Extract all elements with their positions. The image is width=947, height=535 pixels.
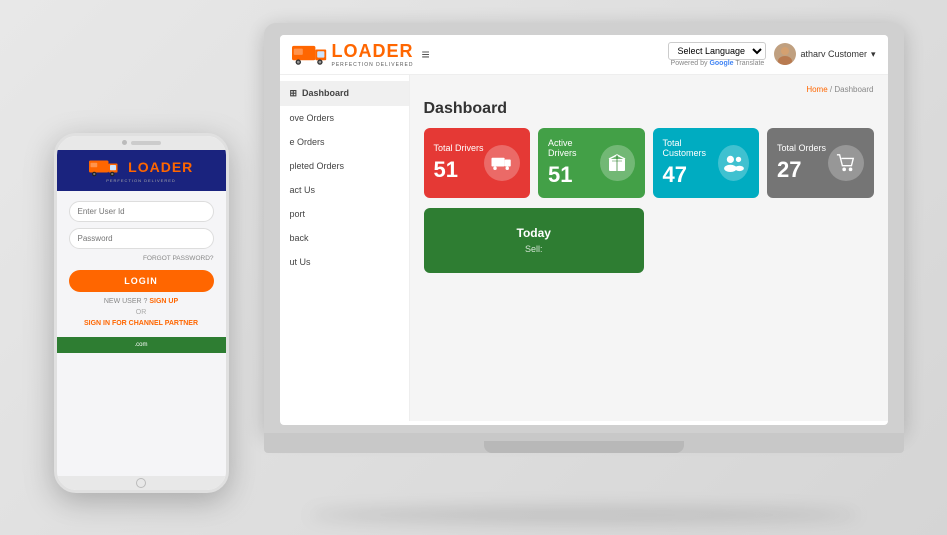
powered-by: Powered by Google Translate — [668, 60, 766, 67]
phone-home-circle[interactable] — [136, 478, 146, 488]
stat-label: Active Drivers — [548, 138, 600, 158]
sidebar: ⊞ Dashboard ove Orders e Orders pleted O… — [280, 75, 410, 421]
mobile-logo-subtitle: PERFECTION DELIVERED — [89, 178, 194, 183]
forgot-password-link[interactable]: FORGOT PASSWORD? — [69, 255, 214, 262]
signup-link[interactable]: SIGN UP — [149, 298, 178, 305]
sidebar-item-label: pleted Orders — [290, 161, 345, 171]
sidebar-item-label: back — [290, 233, 309, 243]
sidebar-item-report[interactable]: port — [280, 202, 409, 226]
login-button[interactable]: LOGIN — [69, 270, 214, 292]
stat-icon-box — [600, 145, 634, 181]
sidebar-item-label: ut Us — [290, 257, 311, 267]
sidebar-item-completed-orders[interactable]: pleted Orders — [280, 154, 409, 178]
user-id-input[interactable] — [69, 201, 214, 222]
sidebar-item-label: e Orders — [290, 137, 325, 147]
app-logo: LOADER PERFECTION DELIVERED — [292, 41, 414, 68]
breadcrumb-home[interactable]: Home — [806, 85, 827, 94]
sidebar-item-label: Dashboard — [302, 88, 349, 98]
laptop-shadow — [309, 507, 859, 523]
sidebar-item-dashboard[interactable]: ⊞ Dashboard — [280, 81, 409, 106]
stat-value: 27 — [777, 157, 826, 183]
breadcrumb-current: Dashboard — [834, 85, 873, 94]
stat-value: 51 — [434, 157, 484, 183]
breadcrumb: Home / Dashboard — [424, 85, 874, 94]
laptop: LOADER PERFECTION DELIVERED ≡ Select Lan… — [264, 23, 904, 483]
stat-icon-cart — [828, 145, 864, 181]
logo-text: LOADER — [332, 41, 414, 61]
sidebar-item-label: ove Orders — [290, 113, 335, 123]
user-name: atharv Customer — [800, 49, 867, 59]
or-divider: OR — [69, 309, 214, 316]
sidebar-item-about[interactable]: ut Us — [280, 250, 409, 274]
user-avatar — [774, 43, 796, 65]
new-user-text: NEW USER ? SIGN UP — [69, 298, 214, 305]
sidebar-item-approve-orders[interactable]: ove Orders — [280, 106, 409, 130]
mobile-logo-text: LOADER — [128, 159, 193, 175]
laptop-base — [264, 433, 904, 453]
logo-subtitle: PERFECTION DELIVERED — [332, 62, 414, 68]
sidebar-item-orders[interactable]: e Orders — [280, 130, 409, 154]
channel-partner-link[interactable]: SIGN IN FOR CHANNEL PARTNER — [69, 320, 214, 327]
mobile-form: FORGOT PASSWORD? LOGIN NEW USER ? SIGN U… — [57, 191, 226, 337]
stats-grid: Total Drivers 51 — [424, 128, 874, 198]
sidebar-item-label: port — [290, 209, 306, 219]
mobile-header: LOADER PERFECTION DELIVERED — [57, 150, 226, 191]
stat-card-active-drivers: Active Drivers 51 — [538, 128, 645, 198]
language-select[interactable]: Select Language — [668, 42, 766, 60]
mobile-phone: LOADER PERFECTION DELIVERED FORGOT PASSW… — [54, 133, 229, 493]
stat-label: Total Customers — [663, 138, 719, 158]
main-content: Home / Dashboard Dashboard Total Drivers — [410, 75, 888, 421]
stat-label: Total Orders — [777, 143, 826, 153]
phone-home-button-area — [57, 476, 226, 490]
phone-speaker — [131, 141, 161, 145]
laptop-screen: LOADER PERFECTION DELIVERED ≡ Select Lan… — [264, 23, 904, 433]
user-badge[interactable]: atharv Customer ▾ — [774, 43, 875, 65]
today-card: Today Sell: — [424, 208, 645, 273]
password-input[interactable] — [69, 228, 214, 249]
mobile-footer: .com — [57, 337, 226, 353]
page-title: Dashboard — [424, 100, 874, 118]
stat-card-total-drivers: Total Drivers 51 — [424, 128, 531, 198]
stat-label: Total Drivers — [434, 143, 484, 153]
sidebar-item-feedback[interactable]: back — [280, 226, 409, 250]
app-header: LOADER PERFECTION DELIVERED ≡ Select Lan… — [280, 35, 888, 75]
phone-top-bar — [57, 136, 226, 150]
today-subtitle: Sell: — [525, 244, 543, 254]
phone-screen: LOADER PERFECTION DELIVERED FORGOT PASSW… — [57, 150, 226, 476]
stat-card-total-customers: Total Customers 47 — [653, 128, 760, 198]
stat-icon-customers — [718, 145, 749, 181]
phone-camera — [122, 140, 127, 145]
today-title: Today — [517, 226, 551, 240]
stat-icon-truck — [484, 145, 520, 181]
stat-value: 47 — [663, 162, 719, 188]
stat-value: 51 — [548, 162, 600, 188]
hamburger-icon[interactable]: ≡ — [422, 46, 430, 62]
sidebar-item-label: act Us — [290, 185, 316, 195]
sidebar-item-contact[interactable]: act Us — [280, 178, 409, 202]
dashboard-icon: ⊞ — [290, 88, 298, 99]
user-chevron: ▾ — [871, 49, 876, 60]
app-body: ⊞ Dashboard ove Orders e Orders pleted O… — [280, 75, 888, 421]
header-right: Select Language Powered by Google Transl… — [668, 42, 875, 67]
stat-card-total-orders: Total Orders 27 — [767, 128, 874, 198]
mobile-footer-text: .com — [134, 342, 147, 348]
